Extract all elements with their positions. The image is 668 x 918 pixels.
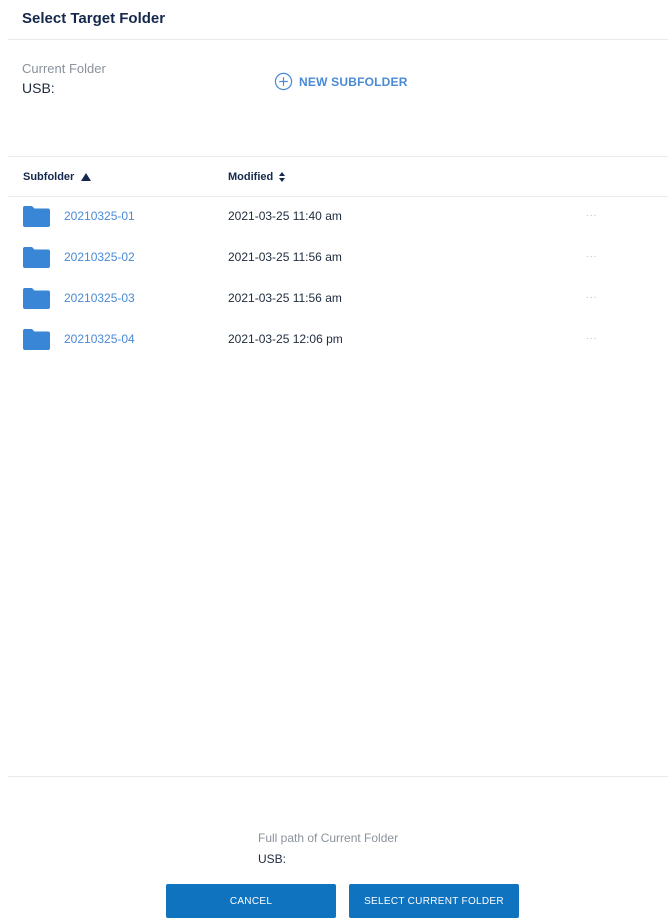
dialog-title: Select Target Folder — [22, 10, 166, 27]
folder-icon — [23, 329, 50, 350]
divider — [8, 39, 668, 40]
plus-circle-icon — [274, 72, 293, 91]
column-header-label: Modified — [228, 171, 274, 183]
folder-icon — [23, 288, 50, 309]
table-row[interactable]: 20210325-04 2021-03-25 12:06 pm ... — [0, 319, 668, 360]
folder-name-link[interactable]: 20210325-03 — [64, 291, 135, 305]
sort-toggle-icon — [279, 172, 286, 182]
folder-name-link[interactable]: 20210325-04 — [64, 332, 135, 346]
folder-name-link[interactable]: 20210325-01 — [64, 209, 135, 223]
folder-name-link[interactable]: 20210325-02 — [64, 250, 135, 264]
table-row[interactable]: 20210325-01 2021-03-25 11:40 am ... — [0, 196, 668, 237]
select-current-folder-button[interactable]: SELECT CURRENT FOLDER — [349, 884, 519, 918]
cancel-button[interactable]: CANCEL — [166, 884, 336, 918]
full-path-label: Full path of Current Folder — [258, 831, 399, 845]
table-row[interactable]: 20210325-03 2021-03-25 11:56 am ... — [0, 278, 668, 319]
modified-date: 2021-03-25 11:56 am — [228, 250, 342, 264]
current-folder-value: USB: — [22, 80, 55, 96]
more-options-icon[interactable]: ... — [586, 331, 597, 342]
new-subfolder-label: NEW SUBFOLDER — [299, 74, 408, 89]
modified-date: 2021-03-25 11:40 am — [228, 209, 342, 223]
table-row[interactable]: 20210325-02 2021-03-25 11:56 am ... — [0, 237, 668, 278]
more-options-icon[interactable]: ... — [586, 290, 597, 301]
sort-ascending-icon — [81, 173, 92, 181]
column-header-modified[interactable]: Modified — [228, 171, 286, 183]
new-subfolder-button[interactable]: NEW SUBFOLDER — [274, 72, 408, 91]
current-folder-label: Current Folder — [22, 61, 106, 76]
modified-date: 2021-03-25 11:56 am — [228, 291, 342, 305]
folder-list: 20210325-01 2021-03-25 11:40 am ... 2021… — [0, 196, 668, 360]
folder-icon — [23, 247, 50, 268]
column-header-label: Subfolder — [23, 171, 75, 183]
table-header: Subfolder Modified — [0, 157, 668, 196]
column-header-subfolder[interactable]: Subfolder — [23, 171, 92, 183]
modified-date: 2021-03-25 12:06 pm — [228, 332, 343, 346]
folder-icon — [23, 206, 50, 227]
divider — [8, 776, 668, 777]
more-options-icon[interactable]: ... — [586, 249, 597, 260]
full-path-value: USB: — [258, 852, 287, 866]
more-options-icon[interactable]: ... — [586, 208, 597, 219]
